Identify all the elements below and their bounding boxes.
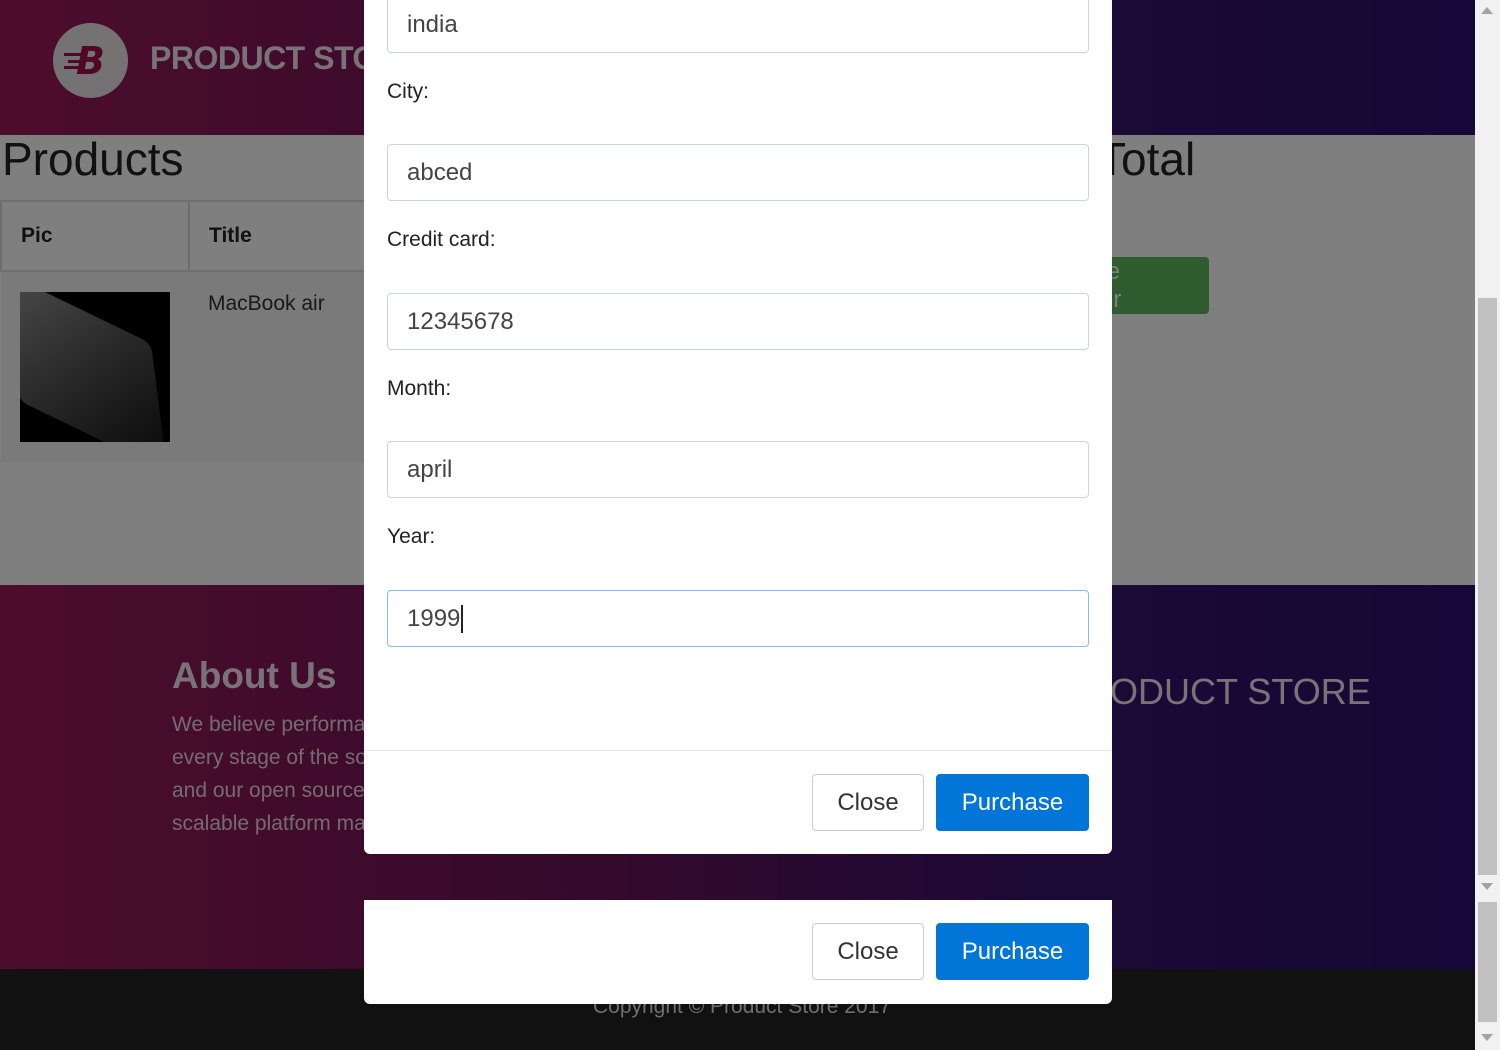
place-order-modal: india City: abced Credit card: 12345678 …	[364, 0, 1112, 854]
purchase-button[interactable]: Purchase	[936, 774, 1089, 831]
purchase-button[interactable]: Purchase	[936, 923, 1089, 980]
credit-card-label: Credit card:	[387, 228, 496, 251]
year-input[interactable]: 1999	[387, 590, 1089, 647]
scroll-down-arrow-icon[interactable]	[1481, 1034, 1493, 1041]
close-button[interactable]: Close	[812, 774, 924, 831]
year-input-value: 1999	[407, 604, 461, 632]
year-label: Year:	[387, 525, 436, 548]
scrollbar-thumb-secondary[interactable]	[1478, 902, 1497, 1022]
page-scrollbar[interactable]	[1475, 0, 1500, 1050]
scroll-down-arrow-icon[interactable]	[1481, 883, 1493, 890]
modal-footer: Close Purchase	[364, 750, 1112, 854]
scroll-up-arrow-icon[interactable]	[1481, 7, 1493, 14]
month-label: Month:	[387, 377, 452, 400]
text-caret	[461, 604, 464, 633]
country-input[interactable]: india	[387, 0, 1089, 53]
duplicate-modal-footer: Close Purchase	[364, 900, 1112, 1004]
credit-card-input[interactable]: 12345678	[387, 293, 1089, 350]
city-input[interactable]: abced	[387, 144, 1089, 201]
city-label: City:	[387, 80, 429, 103]
close-button[interactable]: Close	[812, 923, 924, 980]
month-input[interactable]: april	[387, 441, 1089, 498]
scrollbar-thumb[interactable]	[1478, 298, 1497, 875]
